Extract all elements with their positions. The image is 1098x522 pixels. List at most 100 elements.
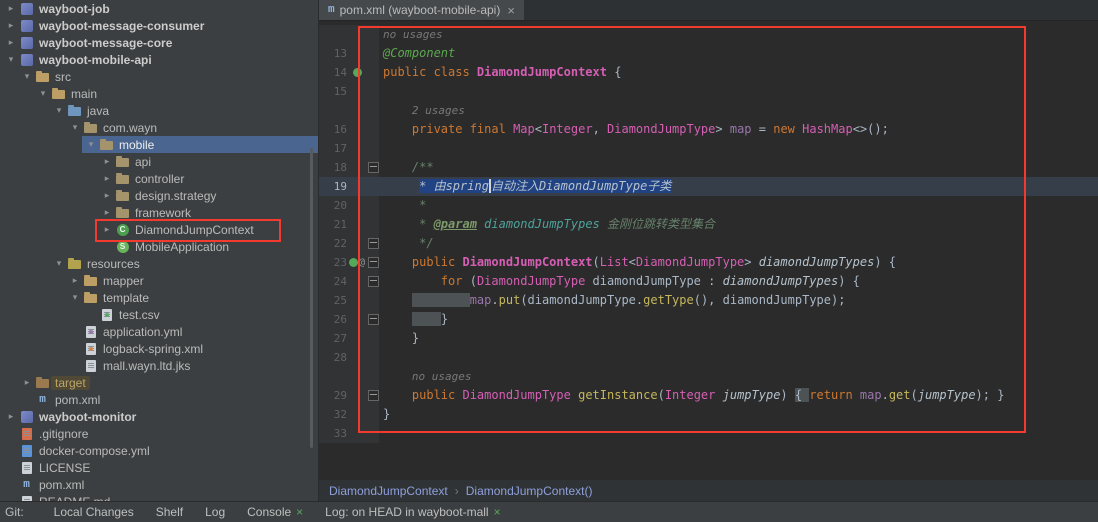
code-line[interactable]: 18 /** xyxy=(319,158,1098,177)
spring-bean-icon[interactable] xyxy=(349,258,358,267)
tree-item[interactable]: ▸wayboot-job xyxy=(0,0,318,17)
gutter: 29 xyxy=(319,386,379,405)
annotation-gutter-icon[interactable]: @ xyxy=(359,253,365,272)
code-line[interactable]: 33 xyxy=(319,424,1098,443)
code-line[interactable]: 16 private final Map<Integer, DiamondJum… xyxy=(319,120,1098,139)
tree-item[interactable]: ▸CDiamondJumpContext xyxy=(0,221,318,238)
tree-item[interactable]: ▾resources xyxy=(0,255,318,272)
breadcrumb-item[interactable]: DiamondJumpContext() xyxy=(466,484,593,498)
close-icon[interactable]: × xyxy=(296,505,303,519)
statusbar-tab[interactable]: Log: on HEAD in wayboot-mall× xyxy=(325,505,500,519)
code-line[interactable]: 32} xyxy=(319,405,1098,424)
code-line[interactable]: 28 xyxy=(319,348,1098,367)
chevron-icon[interactable]: ▾ xyxy=(68,122,82,133)
chevron-icon[interactable]: ▸ xyxy=(4,411,18,422)
tree-item[interactable]: ▸wayboot-message-core xyxy=(0,34,318,51)
tree-item[interactable]: ▸wayboot-monitor xyxy=(0,408,318,425)
chevron-icon[interactable]: ▸ xyxy=(4,20,18,31)
tree-item[interactable]: ▾java xyxy=(0,102,318,119)
fold-marker-icon[interactable] xyxy=(368,162,379,173)
chevron-icon[interactable]: ▾ xyxy=(36,88,50,99)
chevron-icon[interactable]: ▾ xyxy=(4,54,18,65)
breadcrumb-item[interactable]: DiamondJumpContext xyxy=(329,484,448,498)
tree-item[interactable]: docker-compose.yml xyxy=(0,442,318,459)
chevron-icon[interactable]: ▸ xyxy=(4,3,18,14)
tree-item[interactable]: mpom.xml xyxy=(0,391,318,408)
tree-item[interactable]: ▾src xyxy=(0,68,318,85)
tree-item[interactable]: ▾mobile xyxy=(0,136,318,153)
fold-marker-icon[interactable] xyxy=(368,276,379,287)
code-text xyxy=(379,139,383,158)
code-line[interactable]: 29 public DiamondJumpType getInstance(In… xyxy=(319,386,1098,405)
statusbar-tab[interactable]: Local Changes xyxy=(54,505,134,519)
tree-item[interactable]: .gitignore xyxy=(0,425,318,442)
tree-item-label: application.yml xyxy=(99,325,186,339)
tab-close-icon[interactable]: × xyxy=(507,3,515,18)
code-editor[interactable]: no usages13@Component14public class Diam… xyxy=(319,21,1098,479)
inlay-hint-row[interactable]: no usages xyxy=(319,367,1098,386)
chevron-icon[interactable]: ▾ xyxy=(52,105,66,116)
chevron-icon[interactable]: ▸ xyxy=(100,156,114,167)
statusbar-tab[interactable]: Shelf xyxy=(156,505,183,519)
fold-marker-icon[interactable] xyxy=(368,238,379,249)
chevron-icon[interactable]: ▸ xyxy=(68,275,82,286)
code-line[interactable]: 24 for (DiamondJumpType diamondJumpType … xyxy=(319,272,1098,291)
code-line[interactable]: 23@ public DiamondJumpContext(List<Diamo… xyxy=(319,253,1098,272)
statusbar-tab[interactable]: Console× xyxy=(247,505,303,519)
code-line[interactable]: 17 xyxy=(319,139,1098,158)
close-icon[interactable]: × xyxy=(494,505,501,519)
chevron-icon[interactable]: ▸ xyxy=(100,224,114,235)
tree-item[interactable]: ▸wayboot-message-consumer xyxy=(0,17,318,34)
tree-item[interactable]: mpom.xml xyxy=(0,476,318,493)
tree-item[interactable]: ▸api xyxy=(0,153,318,170)
chevron-icon[interactable]: ▾ xyxy=(52,258,66,269)
chevron-icon[interactable]: ▸ xyxy=(100,173,114,184)
chevron-icon[interactable]: ▾ xyxy=(84,139,98,150)
chevron-icon[interactable]: ▸ xyxy=(100,190,114,201)
code-line[interactable]: 15 xyxy=(319,82,1098,101)
chevron-icon[interactable]: ▾ xyxy=(20,71,34,82)
chevron-icon[interactable]: ▾ xyxy=(68,292,82,303)
tree-item[interactable]: ▸mapper xyxy=(0,272,318,289)
fold-marker-icon[interactable] xyxy=(368,314,379,325)
inlay-hint-row[interactable]: 2 usages xyxy=(319,101,1098,120)
tree-item[interactable]: mall.wayn.ltd.jks xyxy=(0,357,318,374)
chevron-icon[interactable]: ▸ xyxy=(20,377,34,388)
fold-marker-icon[interactable] xyxy=(368,390,379,401)
code-line[interactable]: 13@Component xyxy=(319,44,1098,63)
tree-item[interactable]: ▸controller xyxy=(0,170,318,187)
statusbar-tab[interactable]: Log xyxy=(205,505,225,519)
inlay-hint-row[interactable]: no usages xyxy=(319,25,1098,44)
code-text: public DiamondJumpType getInstance(Integ… xyxy=(379,386,1004,405)
tree-item[interactable]: ▸design.strategy xyxy=(0,187,318,204)
code-line[interactable]: 22 */ xyxy=(319,234,1098,253)
chevron-icon[interactable]: ▸ xyxy=(4,37,18,48)
code-line[interactable]: 21 * @param diamondJumpTypes 金刚位跳转类型集合 xyxy=(319,215,1098,234)
tree-item[interactable]: LICENSE xyxy=(0,459,318,476)
project-tree: ▸wayboot-job▸wayboot-message-consumer▸wa… xyxy=(0,0,318,501)
code-line[interactable]: 25 map.put(diamondJumpType.getType(), di… xyxy=(319,291,1098,310)
code-line[interactable]: 27 } xyxy=(319,329,1098,348)
editor-tab[interactable]: m pom.xml (wayboot-mobile-api) × xyxy=(319,0,524,20)
code-line[interactable]: 14public class DiamondJumpContext { xyxy=(319,63,1098,82)
chevron-icon[interactable]: ▸ xyxy=(100,207,114,218)
tree-item[interactable]: ▸target xyxy=(0,374,318,391)
tree-item[interactable]: README.md xyxy=(0,493,318,501)
tree-item[interactable]: ▾com.wayn xyxy=(0,119,318,136)
tree-item-label: framework xyxy=(131,206,195,220)
spring-bean-icon[interactable] xyxy=(353,68,362,77)
tree-item[interactable]: ▾main xyxy=(0,85,318,102)
code-line[interactable]: 20 * xyxy=(319,196,1098,215)
tree-scrollbar[interactable] xyxy=(310,148,313,448)
tree-item[interactable]: application.yml xyxy=(0,323,318,340)
tree-item[interactable]: ▸ framework xyxy=(0,204,318,221)
code-line[interactable]: 19 * 由spring自动注入DiamondJumpType子类 xyxy=(319,177,1098,196)
code-line[interactable]: 26 } xyxy=(319,310,1098,329)
tree-item[interactable]: SMobileApplication xyxy=(0,238,318,255)
tree-item[interactable]: logback-spring.xml xyxy=(0,340,318,357)
tree-item[interactable]: ▾wayboot-mobile-api xyxy=(0,51,318,68)
fold-marker-icon[interactable] xyxy=(368,257,379,268)
statusbar-tab-label: Log xyxy=(205,505,225,519)
tree-item[interactable]: test.csv xyxy=(0,306,318,323)
tree-item[interactable]: ▾template xyxy=(0,289,318,306)
